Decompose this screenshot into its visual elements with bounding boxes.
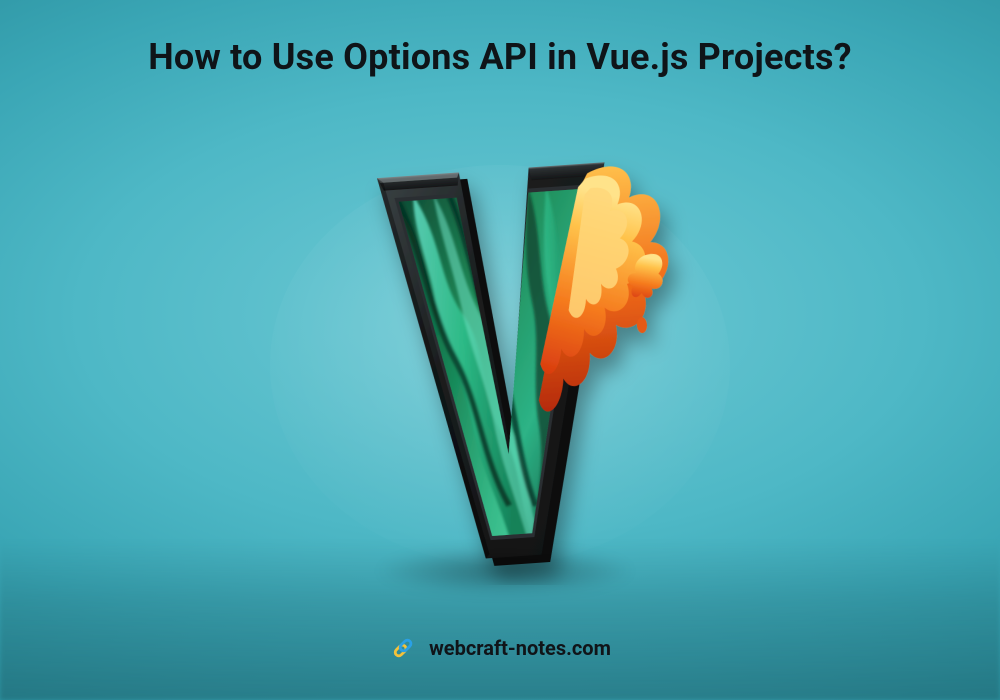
v-illustration xyxy=(240,135,760,585)
page-title: How to Use Options API in Vue.js Project… xyxy=(0,36,1000,78)
site-name: webcraft-notes.com xyxy=(429,636,611,660)
v-shadow xyxy=(375,547,635,595)
v-svg xyxy=(240,135,760,585)
footer: webcraft-notes.com xyxy=(389,634,611,662)
link-icon xyxy=(389,634,417,662)
